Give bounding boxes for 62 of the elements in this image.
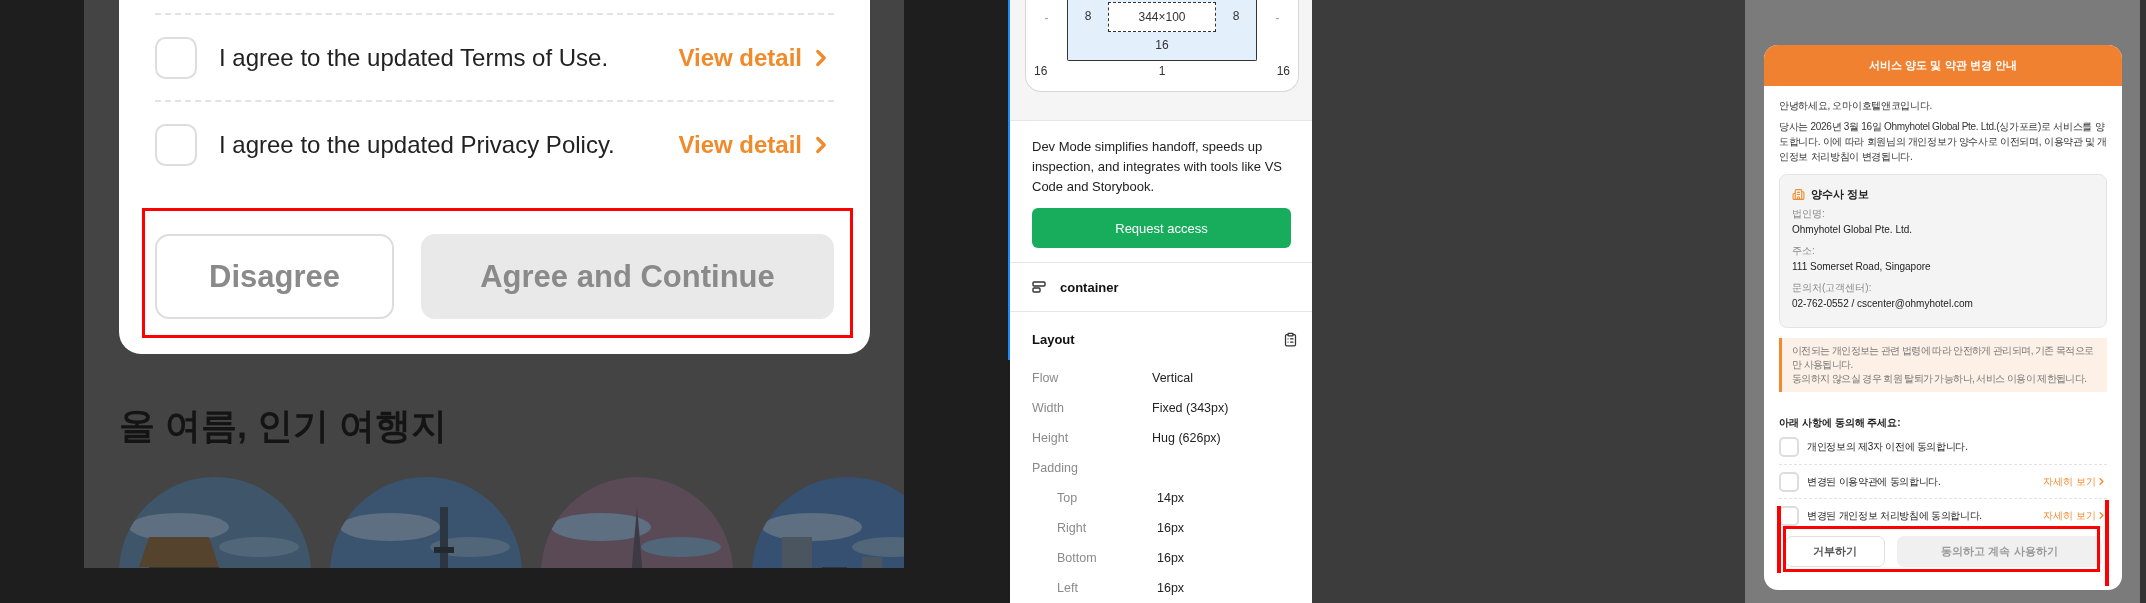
view-detail-link[interactable]: 자세히 보기 — [2043, 508, 2107, 523]
consent-label: I agree to the updated Privacy Policy. — [219, 130, 615, 159]
notice-text: 동의하지 않으실 경우 회원 탈퇴가 가능하나, 서비스 이용이 제한됩니다. — [1792, 372, 2088, 386]
consent-label: 변경된 개인정보 처리방침에 동의합니다. — [1807, 508, 1982, 523]
margin-value: - — [1274, 10, 1281, 25]
field-label: 문의처(고객센터): — [1792, 281, 1873, 295]
field-value: 02-762-0552 / cscenter@ohmyhotel.com — [1792, 297, 1974, 311]
checkbox[interactable] — [155, 36, 197, 79]
checkbox[interactable] — [155, 123, 197, 166]
property-label: Top — [1056, 491, 1079, 505]
promo-text: Dev Mode simplifies handoff, speeds up inspection, and integrates with tools like VS Code and Storybook. — [1032, 138, 1284, 197]
checkbox[interactable] — [1779, 437, 1799, 457]
greeting-text: 안녕하세요, 오마이호텔앤코입니다. — [1779, 99, 1933, 113]
modal-title: 서비스 양도 및 약관 변경 안내 — [1764, 45, 2122, 86]
padding-value: 8 — [1083, 9, 1093, 23]
building-icon — [1792, 188, 1805, 201]
layout-icon — [1032, 281, 1046, 294]
consent-label: 변경된 이용약관에 동의합니다. — [1807, 474, 1941, 489]
checkbox[interactable] — [1779, 505, 1799, 526]
field-value: Ohmyhotel Global Pte. Ltd. — [1792, 223, 1914, 237]
clipboard-icon[interactable] — [1283, 331, 1298, 347]
disagree-button[interactable]: Disagree — [155, 234, 394, 319]
intro-text: 당사는 2026년 3월 16일 Ohmyhotel Global Pte. Ltd.(싱가포르)로 서비스를 양도합니다. 이에 따라 회원님의 개인정보가 양수사로 이전되며, 이용약관 및 개인정보 처리방침이 변경됩니다. — [1779, 120, 2107, 164]
consent-label: 개인정보의 제3자 이전에 동의합니다. — [1807, 440, 1968, 454]
property-label: Height — [1032, 431, 1070, 445]
property-value: Hug (626px) — [1152, 431, 1221, 445]
property-label: Bottom — [1056, 551, 1098, 565]
checkbox[interactable] — [1779, 471, 1799, 492]
notice-text: 이전되는 개인정보는 관련 법령에 따라 안전하게 관리되며, 기존 목적으로만 사용됩니다. — [1792, 344, 2095, 372]
property-value: 16px — [1156, 551, 1185, 565]
property-value: 16px — [1156, 581, 1185, 595]
property-label: Flow — [1032, 371, 1060, 385]
radius-value: 16 — [1276, 64, 1290, 78]
chevron-icon — [2096, 476, 2107, 487]
border-value: 1 — [1158, 64, 1166, 78]
section-title: Layout — [1032, 331, 1075, 347]
radius-value: 16 — [1034, 64, 1048, 78]
property-label: Left — [1056, 581, 1079, 595]
margin-value: - — [1043, 10, 1050, 25]
property-value: Vertical — [1152, 371, 1193, 385]
padding-value: 16 — [1155, 38, 1169, 52]
layer-name: container — [1060, 279, 1119, 295]
consent-heading: 아래 사항에 동의해 주세요: — [1779, 416, 1902, 430]
info-title: 양수사 정보 — [1811, 187, 1870, 202]
view-detail-link[interactable]: View detail — [678, 43, 834, 72]
size-value: 344×100 — [1108, 2, 1216, 32]
view-detail-link[interactable]: 자세히 보기 — [2043, 474, 2107, 489]
view-detail-link[interactable]: View detail — [678, 130, 834, 159]
property-value: 16px — [1156, 521, 1185, 535]
request-access-button[interactable]: Request access — [1032, 208, 1291, 249]
property-label: Padding — [1032, 461, 1079, 475]
field-label: 법인명: — [1792, 207, 1826, 221]
consent-label: I agree to the updated Terms of Use. — [219, 43, 609, 72]
property-value: 14px — [1156, 491, 1185, 505]
property-label: Right — [1056, 521, 1088, 535]
padding-value: 8 — [1231, 9, 1241, 23]
property-label: Width — [1032, 401, 1065, 415]
disagree-button[interactable]: 거부하기 — [1785, 536, 1885, 567]
field-value: 111 Somerset Road, Singapore — [1792, 260, 1932, 274]
chevron-icon — [2096, 510, 2107, 521]
property-value: Fixed (343px) — [1152, 401, 1229, 415]
field-label: 주소: — [1792, 244, 1816, 258]
